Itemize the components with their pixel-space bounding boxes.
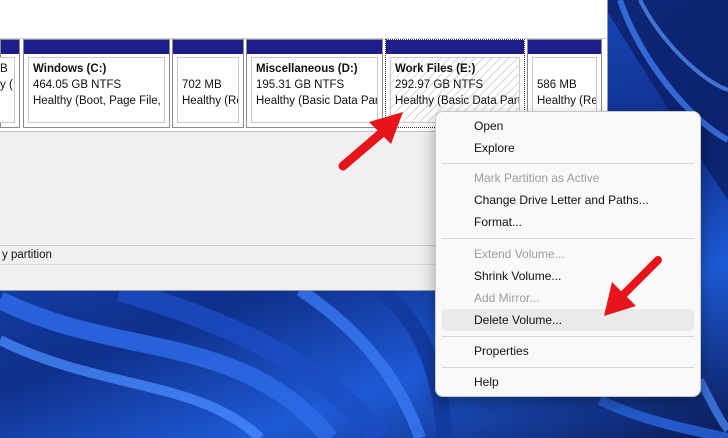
partition-size: B: [0, 63, 8, 75]
menu-separator: [442, 238, 694, 239]
partition-status: Healthy (Re: [537, 95, 597, 107]
partition-size: 464.05 GB NTFS: [33, 79, 122, 91]
menu-item-change-drive-letter[interactable]: Change Drive Letter and Paths...: [442, 189, 694, 211]
partition-block-windows-c[interactable]: Windows (C:) 464.05 GB NTFS Healthy (Boo…: [23, 39, 170, 128]
partition-name: [182, 61, 238, 77]
menu-item-explore[interactable]: Explore: [442, 137, 694, 159]
partition-name: Work Files (E:): [395, 63, 476, 75]
menu-separator: [442, 336, 694, 337]
partition-name: Windows (C:): [33, 63, 107, 75]
menu-separator: [442, 163, 694, 164]
partition-status: Healthy (Basic Data Part: [395, 95, 520, 107]
red-arrow-annotation-icon: [604, 256, 662, 316]
menu-item-help[interactable]: Help: [442, 371, 694, 393]
volume-list-area: [0, 0, 607, 39]
menu-item-format[interactable]: Format...: [442, 211, 694, 233]
partition-name: [537, 61, 596, 77]
partition-status: y (: [0, 79, 13, 91]
partition-block-0[interactable]: B y (: [0, 39, 20, 128]
menu-item-properties[interactable]: Properties: [442, 340, 694, 362]
partition-size: 195.31 GB NTFS: [256, 79, 345, 91]
partition-block-recovery-1[interactable]: 702 MB Healthy (Re: [172, 39, 244, 128]
partition-status: Healthy (Boot, Page File,: [33, 95, 161, 107]
partition-name: Miscellaneous (D:): [256, 63, 358, 75]
menu-item-open[interactable]: Open: [442, 115, 694, 137]
partition-status: Healthy (Re: [182, 95, 239, 107]
legend-label: y partition: [2, 249, 52, 261]
menu-item-mark-partition-active[interactable]: Mark Partition as Active: [442, 167, 694, 189]
red-arrow-annotation-icon: [338, 112, 403, 171]
partition-status: Healthy (Basic Data Par: [256, 95, 378, 107]
menu-separator: [442, 367, 694, 368]
partition-size: 292.97 GB NTFS: [395, 79, 484, 91]
partition-size: 586 MB: [537, 79, 577, 91]
partition-size: 702 MB: [182, 79, 222, 91]
